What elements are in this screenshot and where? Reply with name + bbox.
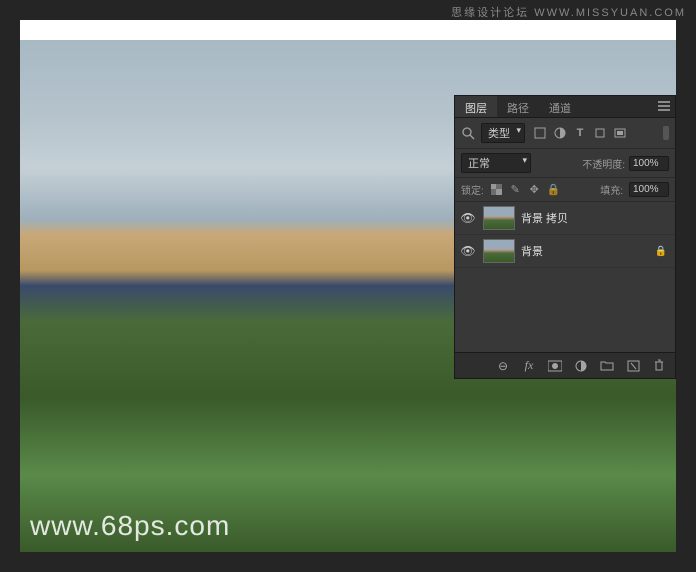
blend-mode-select[interactable]: 正常 <box>461 153 531 173</box>
adjustment-layer-icon[interactable] <box>573 358 589 374</box>
tab-layers[interactable]: 图层 <box>455 96 497 117</box>
tab-channels[interactable]: 通道 <box>539 96 581 117</box>
layer-filter-row: 类型 T <box>455 118 675 149</box>
top-watermark: 思缘设计论坛 WWW.MISSYUAN.COM <box>451 4 686 20</box>
filter-smartobject-icon[interactable] <box>613 126 627 140</box>
layer-row[interactable]: 👁 背景 🔒 <box>455 235 675 268</box>
filter-kind-select[interactable]: 类型 <box>481 123 525 143</box>
filter-pixel-icon[interactable] <box>533 126 547 140</box>
new-layer-icon[interactable] <box>625 358 641 374</box>
fill-input[interactable]: 100% <box>629 182 669 197</box>
tab-paths[interactable]: 路径 <box>497 96 539 117</box>
layer-effects-icon[interactable]: fx <box>521 358 537 374</box>
layers-panel: 图层 路径 通道 类型 T 正常 不透明度: 100% 锁定: ✎ ✥ 🔒 <box>454 95 676 379</box>
layer-name[interactable]: 背景 拷贝 <box>521 210 671 226</box>
filter-shape-icon[interactable] <box>593 126 607 140</box>
layer-mask-icon[interactable] <box>547 358 563 374</box>
visibility-eye-icon[interactable]: 👁 <box>459 244 477 258</box>
lock-label: 锁定: <box>461 182 484 197</box>
delete-layer-icon[interactable] <box>651 358 667 374</box>
lock-icons: ✎ ✥ 🔒 <box>490 183 560 196</box>
lock-pixels-icon[interactable]: ✎ <box>509 183 522 196</box>
layer-thumbnail[interactable] <box>483 206 515 230</box>
blend-row: 正常 不透明度: 100% <box>455 149 675 178</box>
opacity-label: 不透明度: <box>582 156 625 171</box>
panel-footer: ⊖ fx <box>455 352 675 378</box>
opacity-input[interactable]: 100% <box>629 156 669 171</box>
panel-menu-icon[interactable] <box>657 100 671 112</box>
layer-row[interactable]: 👁 背景 拷贝 <box>455 202 675 235</box>
link-layers-icon[interactable]: ⊖ <box>495 358 511 374</box>
lock-row: 锁定: ✎ ✥ 🔒 填充: 100% <box>455 178 675 202</box>
bottom-watermark: www.68ps.com <box>30 510 230 542</box>
fill-label: 填充: <box>600 182 623 197</box>
layer-group-icon[interactable] <box>599 358 615 374</box>
visibility-eye-icon[interactable]: 👁 <box>459 211 477 225</box>
layer-thumbnail[interactable] <box>483 239 515 263</box>
layer-list: 👁 背景 拷贝 👁 背景 🔒 <box>455 202 675 352</box>
lock-transparency-icon[interactable] <box>490 183 503 196</box>
layer-name[interactable]: 背景 <box>521 243 649 259</box>
search-icon <box>461 126 475 140</box>
filter-adjustment-icon[interactable] <box>553 126 567 140</box>
lock-icon: 🔒 <box>655 246 667 257</box>
lock-position-icon[interactable]: ✥ <box>528 183 541 196</box>
filter-type-icon[interactable]: T <box>573 126 587 140</box>
filter-toggle-switch[interactable] <box>663 126 669 140</box>
panel-tabs: 图层 路径 通道 <box>455 96 675 118</box>
filter-type-icons: T <box>533 126 627 140</box>
lock-all-icon[interactable]: 🔒 <box>547 183 560 196</box>
